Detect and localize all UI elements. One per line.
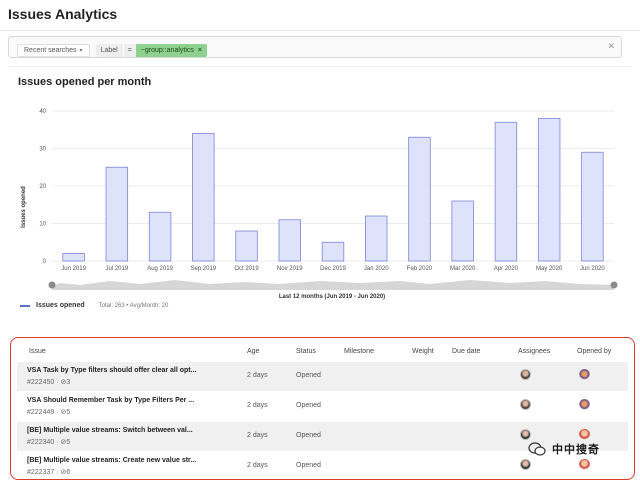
x-axis-label: Last 12 months (Jun 2019 - Jun 2020)	[279, 294, 385, 300]
issue-meta: #222450 · ⊘3	[27, 379, 71, 386]
author-avatar[interactable]	[579, 429, 590, 440]
token-key: Label	[95, 43, 123, 57]
col-assignees[interactable]: Assignees	[518, 348, 550, 355]
recent-searches-dropdown[interactable]: Recent searches ▾	[17, 43, 90, 57]
chart-bar[interactable]	[408, 136, 431, 262]
col-milestone[interactable]: Milestone	[344, 348, 374, 355]
clear-search-icon[interactable]: ✕	[607, 41, 615, 52]
issue-meta: #222340 · ⊘5	[27, 439, 71, 446]
issue-age: 2 days	[247, 402, 268, 409]
watermark-text: 中中搜奇	[552, 444, 600, 456]
x-tick-label: May 2020	[536, 266, 563, 272]
issue-status: Opened	[296, 402, 321, 409]
chart-bar[interactable]	[537, 118, 561, 262]
table-row[interactable]: VSA Should Remember Task by Type Filters…	[17, 392, 628, 421]
watermark: 中中搜奇	[528, 441, 600, 457]
assignee-avatar[interactable]	[520, 429, 531, 440]
section-divider	[8, 66, 632, 67]
chart-bar[interactable]	[494, 121, 518, 262]
chart-bar[interactable]	[62, 253, 85, 262]
title-divider	[0, 30, 640, 31]
issue-status: Opened	[296, 462, 321, 469]
token-value: ~group::analytics ×	[135, 43, 207, 57]
assignee-avatar[interactable]	[520, 369, 531, 380]
range-overview-area	[52, 280, 614, 290]
chart-bar[interactable]	[581, 151, 604, 262]
y-axis-label: Issues opened	[21, 186, 27, 228]
author-avatar[interactable]	[579, 369, 590, 380]
x-tick-label: Nov 2019	[277, 266, 303, 272]
issue-status: Opened	[296, 372, 321, 379]
legend-stats: Total: 263 • Avg/Month: 20	[98, 302, 169, 309]
x-tick-label: Jul 2019	[106, 266, 129, 272]
legend-label: Issues opened	[36, 302, 85, 309]
author-avatar[interactable]	[579, 399, 590, 410]
author-avatar[interactable]	[579, 459, 590, 470]
issue-age: 2 days	[247, 432, 268, 439]
x-tick-label: Apr 2020	[494, 266, 519, 272]
filter-token[interactable]: Label = ~group::analytics ×	[95, 43, 207, 57]
x-tick-label: Aug 2019	[147, 266, 173, 272]
filtered-search-bar[interactable]: Recent searches ▾ Label = ~group::analyt…	[8, 36, 622, 58]
issue-title-link[interactable]: VSA Task by Type filters should offer cl…	[27, 367, 196, 374]
issues-table: Issue Age Status Milestone Weight Due da…	[10, 337, 635, 480]
y-tick-label: 20	[39, 184, 46, 190]
page-title: Issues Analytics	[8, 6, 118, 22]
col-issue[interactable]: Issue	[29, 348, 46, 355]
issue-title-link[interactable]: VSA Should Remember Task by Type Filters…	[27, 397, 194, 404]
range-handle-right[interactable]	[610, 281, 618, 289]
x-tick-label: Mar 2020	[450, 266, 476, 272]
x-tick-label: Jun 2020	[580, 266, 605, 272]
token-value-text: ~group::analytics	[140, 46, 194, 54]
issue-meta: #222449 · ⊘5	[27, 409, 71, 416]
x-tick-label: Jan 2020	[364, 266, 389, 272]
y-tick-label: 0	[43, 259, 47, 265]
range-slider[interactable]	[48, 280, 618, 290]
chart-bar[interactable]	[105, 166, 129, 262]
col-opened-by[interactable]: Opened by	[577, 348, 611, 355]
x-tick-label: Sep 2019	[190, 266, 216, 272]
issue-age: 2 days	[247, 462, 268, 469]
chart-title: Issues opened per month	[18, 76, 152, 88]
assignee-avatar[interactable]	[520, 459, 531, 470]
chart-bar[interactable]	[365, 215, 388, 262]
assignee-avatar[interactable]	[520, 399, 531, 410]
chart-bar[interactable]	[451, 200, 474, 262]
col-due-date[interactable]: Due date	[452, 348, 480, 355]
token-operator: =	[122, 43, 136, 57]
issue-title-link[interactable]: [BE] Multiple value streams: Create new …	[27, 457, 196, 464]
issue-status: Opened	[296, 432, 321, 439]
table-row[interactable]: VSA Task by Type filters should offer cl…	[17, 362, 628, 391]
chevron-down-icon: ▾	[79, 47, 83, 54]
x-tick-label: Jun 2019	[61, 266, 86, 272]
x-tick-label: Dec 2019	[320, 266, 346, 272]
col-status[interactable]: Status	[296, 348, 316, 355]
col-weight[interactable]: Weight	[412, 348, 434, 355]
chart-bar[interactable]	[148, 211, 172, 262]
chart-bar[interactable]	[192, 133, 215, 262]
legend-swatch	[20, 304, 30, 307]
chart-bar[interactable]	[235, 230, 258, 262]
col-age[interactable]: Age	[247, 348, 259, 355]
issue-title-link[interactable]: [BE] Multiple value streams: Switch betw…	[27, 427, 193, 434]
y-tick-label: 30	[39, 147, 46, 153]
table-header: Issue Age Status Milestone Weight Due da…	[11, 346, 634, 360]
chart-legend: Issues opened Total: 263 • Avg/Month: 20	[20, 302, 168, 309]
wechat-logo-icon	[528, 442, 546, 456]
issue-age: 2 days	[247, 372, 268, 379]
issue-meta: #222337 · ⊘6	[27, 469, 71, 476]
y-tick-label: 40	[39, 109, 46, 115]
x-tick-label: Oct 2019	[234, 266, 259, 272]
chart-bar[interactable]	[278, 219, 301, 262]
chart-bar[interactable]	[321, 241, 345, 262]
recent-searches-label: Recent searches	[24, 46, 77, 54]
close-icon[interactable]: ×	[198, 46, 202, 55]
range-handle-left[interactable]	[48, 281, 56, 289]
x-tick-label: Feb 2020	[407, 266, 433, 272]
bar-chart: Issues opened 0 10 20 30 40 Jun 2019 Jul 2019…	[21, 109, 618, 300]
y-tick-label: 10	[39, 222, 46, 228]
